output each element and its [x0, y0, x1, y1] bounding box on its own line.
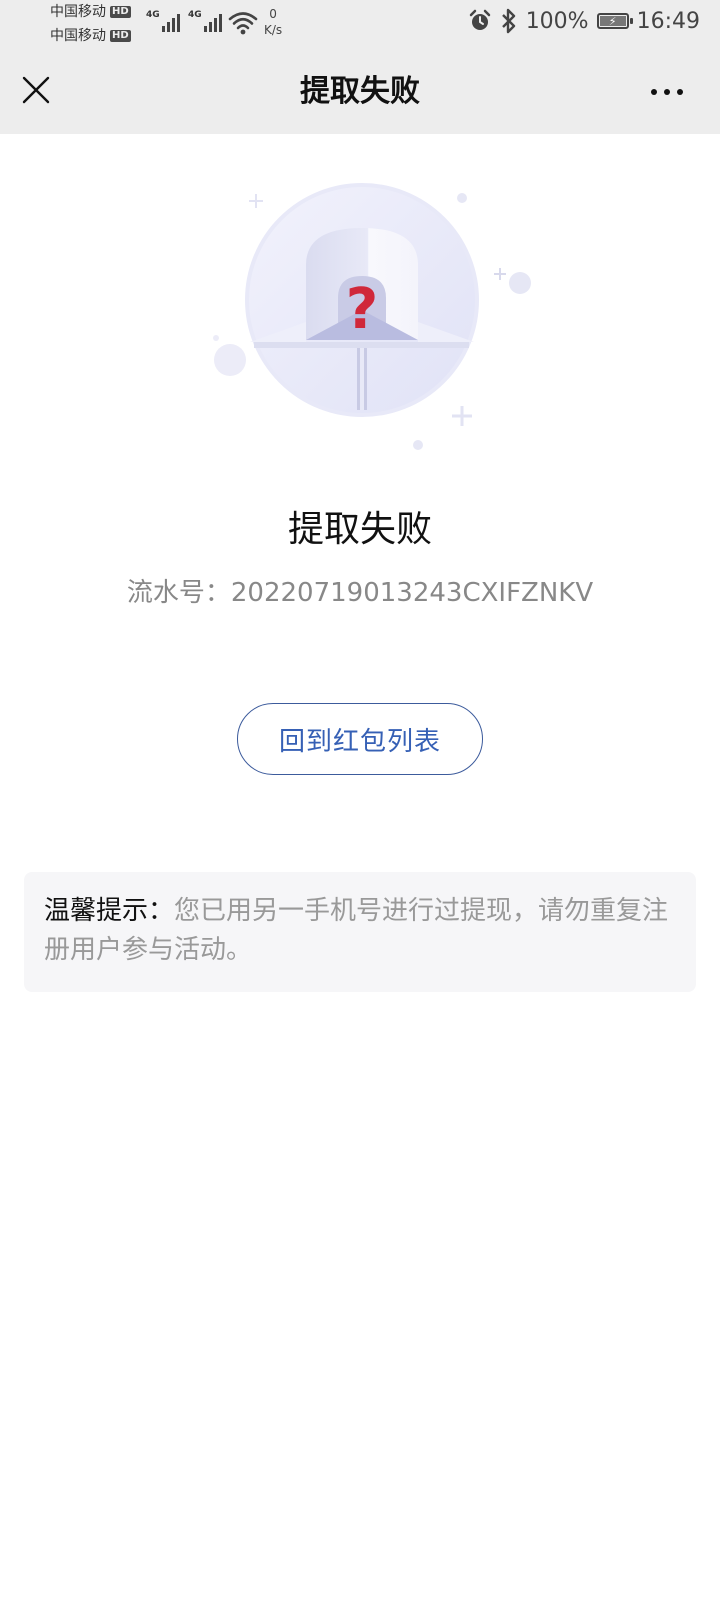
serial-number-line: 流水号：20220719013243CXIFZNKV: [0, 575, 720, 611]
status-right: 100% ⚡ 16:49: [468, 8, 700, 34]
carrier-1-label: 中国移动: [50, 4, 106, 20]
more-button[interactable]: [642, 72, 692, 112]
svg-text:?: ?: [346, 277, 378, 342]
speed-value: 0: [269, 7, 277, 21]
bluetooth-icon: [501, 8, 515, 34]
signal-1-icon: 4G: [146, 10, 180, 32]
serial-label: 流水号：: [126, 578, 231, 608]
back-to-red-packet-list-button[interactable]: 回到红包列表: [237, 703, 483, 775]
network-speed: 0 K/s: [264, 6, 282, 38]
speed-unit: K/s: [264, 23, 283, 37]
network-1-label: 4G: [146, 10, 160, 20]
carrier-2-label: 中国移动: [50, 28, 106, 44]
battery-icon: ⚡: [596, 13, 633, 29]
hd-badge-1: HD: [110, 6, 131, 18]
question-envelope-icon: ?: [213, 183, 531, 450]
carrier-1: 中国移动 HD: [50, 4, 131, 20]
status-bar: 中国移动 HD 中国移动 HD 4G 4G 0 K/s 100% ⚡ 16:49: [0, 0, 720, 50]
hd-badge-2: HD: [110, 30, 131, 42]
alarm-icon: [469, 9, 490, 30]
page-title: 提取失败: [300, 74, 420, 109]
signal-2-icon: 4G: [188, 10, 222, 32]
result-title: 提取失败: [287, 509, 432, 550]
wifi-icon: [228, 12, 258, 35]
clock: 16:49: [636, 8, 700, 34]
carrier-2: 中国移动 HD: [50, 28, 131, 44]
tip-label: 温馨提示：: [44, 896, 175, 926]
battery-percent: 100%: [525, 8, 589, 34]
tip-box: 温馨提示：您已用另一手机号进行过提现，请勿重复注册用户参与活动。: [24, 872, 696, 992]
serial-number: 20220719013243CXIFZNKV: [230, 578, 594, 608]
nav-bar: 提取失败: [0, 50, 720, 134]
network-2-label: 4G: [188, 10, 202, 20]
more-dots-icon: [651, 89, 657, 95]
